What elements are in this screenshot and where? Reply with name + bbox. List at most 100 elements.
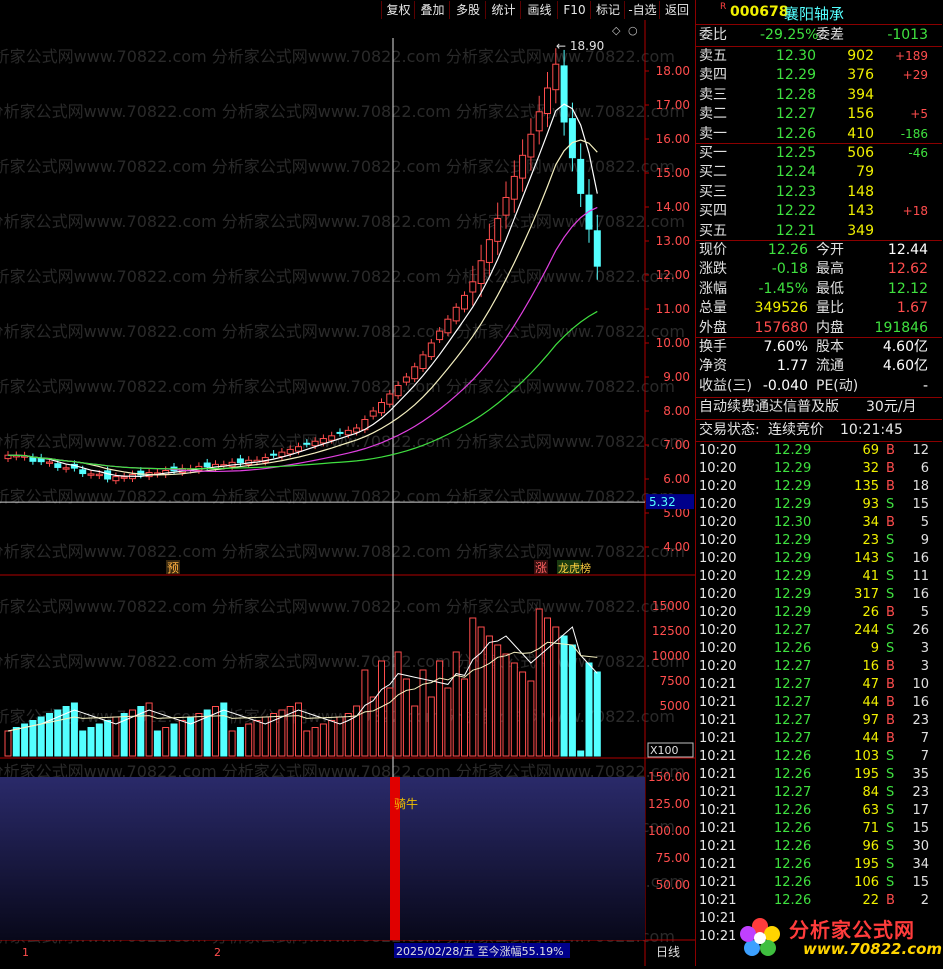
tick-side: B: [886, 515, 895, 530]
stat-label: 量比: [816, 300, 844, 317]
tick-side: B: [886, 479, 895, 494]
toolbar-button-2[interactable]: 多股: [449, 1, 486, 19]
ask-row[interactable]: 卖五 12.30 902 +189: [696, 47, 936, 66]
tick-row[interactable]: 10:20 12.29 41 S 11: [696, 568, 941, 586]
price-axis-label: 10.00: [656, 336, 690, 350]
volume-bar: [568, 644, 576, 757]
tick-row[interactable]: 10:21 12.26 22 B 2: [696, 892, 941, 910]
trade-time: 10:21:45: [840, 422, 903, 438]
volume-bar: [153, 730, 161, 757]
volume-bar: [452, 651, 460, 757]
tick-volume: 22: [862, 893, 879, 908]
stat-label: 流通: [816, 358, 844, 375]
tick-row[interactable]: 10:20 12.29 317 S 16: [696, 586, 941, 604]
stat-label: 最高: [816, 261, 844, 278]
stat-value: 7.60%: [763, 339, 808, 355]
stock-name[interactable]: 襄阳轴承: [784, 3, 844, 24]
bid-row[interactable]: 买三 12.23 148: [696, 183, 936, 202]
tick-side: B: [886, 659, 895, 674]
candle-body: [286, 448, 294, 455]
tick-price: 12.29: [774, 551, 812, 566]
tick-row[interactable]: 10:20 12.29 69 B 12: [696, 442, 941, 460]
weicha-label: 委差: [816, 27, 844, 43]
tick-row[interactable]: 10:21 12.27 84 S 23: [696, 784, 941, 802]
tick-volume: 96: [862, 839, 879, 854]
tick-row[interactable]: 10:21 12.26 195 S 34: [696, 856, 941, 874]
ask-row[interactable]: 卖三 12.28 394: [696, 86, 936, 105]
bid-row[interactable]: 买五 12.21 349: [696, 222, 936, 241]
toolbar-button-4[interactable]: 画线: [520, 1, 558, 19]
tick-row[interactable]: 10:20 12.27 244 S 26: [696, 622, 941, 640]
toolbar-button-0[interactable]: 复权: [381, 1, 415, 19]
bid-row[interactable]: 买一 12.25 506 -46: [696, 144, 936, 163]
tick-time: 10:20: [699, 461, 737, 476]
tick-row[interactable]: 10:21 12.26 195 S 35: [696, 766, 941, 784]
bid-row[interactable]: 买四 12.22 143 +18: [696, 202, 936, 221]
tick-row[interactable]: 10:20 12.29 26 B 5: [696, 604, 941, 622]
volume-bar: [411, 705, 419, 757]
tick-row[interactable]: 10:20 12.29 93 S 15: [696, 496, 941, 514]
promo-text[interactable]: 自动续费通达信普及版: [699, 398, 839, 417]
tick-row[interactable]: 10:20 12.29 135 B 18: [696, 478, 941, 496]
tick-row[interactable]: 10:21 12.27 47 B 10: [696, 676, 941, 694]
candle-body: [353, 427, 361, 433]
tick-time: 10:20: [699, 443, 737, 458]
tick-row[interactable]: 10:21 12.27 44 B 7: [696, 730, 941, 748]
ask-row[interactable]: 卖四 12.29 376 +29: [696, 66, 936, 85]
tick-row[interactable]: 10:20 12.29 23 S 9: [696, 532, 941, 550]
diamond-icon[interactable]: ◇: [612, 24, 621, 37]
kline-chart-svg[interactable]: 分析家公式网www.70822.com 分析家公式网www.70822.com …: [0, 20, 695, 966]
tick-row[interactable]: 10:21 12.27 44 B 16: [696, 694, 941, 712]
tick-row[interactable]: 10:21 12.26 63 S 17: [696, 802, 941, 820]
tick-row[interactable]: 10:20 12.29 143 S 16: [696, 550, 941, 568]
tick-time: 10:21: [699, 749, 737, 764]
tick-count: 30: [912, 839, 929, 854]
tick-time: 10:20: [699, 497, 737, 512]
toolbar-button-8[interactable]: 返回: [659, 1, 694, 19]
ask-row[interactable]: 卖二 12.27 156 +5: [696, 105, 936, 124]
period-label[interactable]: 日线: [656, 945, 680, 959]
tick-volume: 244: [854, 623, 879, 638]
tick-side: B: [886, 443, 895, 458]
weibi-value: -29.25%: [760, 27, 819, 43]
bid-row[interactable]: 买二 12.24 79: [696, 163, 936, 182]
ask-row[interactable]: 卖一 12.26 410 -186: [696, 125, 936, 144]
volume-bar: [178, 720, 186, 757]
tick-count: 23: [912, 785, 929, 800]
promo-row[interactable]: 自动续费通达信普及版 30元/月: [696, 398, 936, 417]
stat-label: 净资: [699, 358, 727, 375]
tick-row[interactable]: 10:20 12.26 9 S 3: [696, 640, 941, 658]
candle-body: [527, 133, 535, 158]
kline-chart-area[interactable]: 分析家公式网www.70822.com 分析家公式网www.70822.com …: [0, 20, 695, 966]
circle-icon[interactable]: ○: [628, 24, 638, 37]
tick-row[interactable]: 10:21 12.27 97 B 23: [696, 712, 941, 730]
price-axis-label: 6.00: [663, 472, 690, 486]
toolbar-button-6[interactable]: 标记: [590, 1, 625, 19]
stat-value: 4.60亿: [882, 339, 928, 355]
toolbar-button-1[interactable]: 叠加: [414, 1, 450, 19]
toolbar-button-7[interactable]: -自选: [624, 1, 660, 19]
tick-row[interactable]: 10:21 12.26 106 S 15: [696, 874, 941, 892]
promo-price[interactable]: 30元/月: [866, 398, 917, 417]
stat-row: 总量 349526 量比 1.67: [696, 299, 936, 318]
stat-value: 349526: [754, 300, 808, 317]
candle-body: [519, 154, 527, 179]
volume-bar: [593, 671, 601, 757]
tick-price: 12.26: [774, 749, 812, 764]
price-axis-label: 11.00: [656, 302, 690, 316]
price-marker-label: 5.32: [649, 495, 676, 509]
toolbar-button-5[interactable]: F10: [557, 1, 591, 19]
tick-price: 12.29: [774, 497, 812, 512]
tick-time: 10:21: [699, 893, 737, 908]
toolbar-button-3[interactable]: 统计: [485, 1, 521, 19]
tick-row[interactable]: 10:21 12.26 103 S 7: [696, 748, 941, 766]
stock-code[interactable]: 000678: [730, 4, 788, 20]
tick-row[interactable]: 10:20 12.30 34 B 5: [696, 514, 941, 532]
tick-row[interactable]: 10:20 12.27 16 B 3: [696, 658, 941, 676]
tick-row[interactable]: 10:20 12.29 32 B 6: [696, 460, 941, 478]
tick-row[interactable]: 10:21 12.26 96 S 30: [696, 838, 941, 856]
tick-row[interactable]: 10:21 12.26 71 S 15: [696, 820, 941, 838]
tick-side: S: [886, 767, 895, 782]
tick-volume: 195: [854, 767, 879, 782]
stat-value: 12.12: [887, 280, 928, 297]
